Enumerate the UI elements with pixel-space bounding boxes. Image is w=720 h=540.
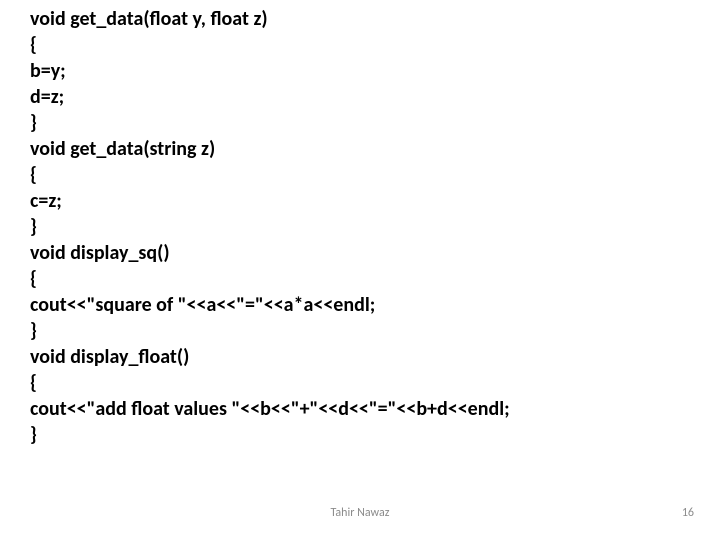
code-line: { [30, 162, 690, 188]
code-line: d=z; [30, 84, 690, 110]
code-line: void display_sq() [30, 240, 690, 266]
code-line: { [30, 266, 690, 292]
code-line: } [30, 214, 690, 240]
code-line: b=y; [30, 58, 690, 84]
code-block: void get_data(float y, float z) { b=y; d… [30, 6, 690, 448]
code-line: void display_float() [30, 344, 690, 370]
code-line: } [30, 110, 690, 136]
code-line: { [30, 32, 690, 58]
code-line: void get_data(float y, float z) [30, 6, 690, 32]
code-line: c=z; [30, 188, 690, 214]
slide: void get_data(float y, float z) { b=y; d… [0, 0, 720, 540]
code-line: } [30, 422, 690, 448]
footer-author: Tahir Nawaz [0, 506, 720, 520]
footer-page-number: 16 [682, 506, 694, 520]
code-line: cout<<"square of "<<a<<"="<<a*a<<endl; [30, 292, 690, 318]
code-line: cout<<"add float values "<<b<<"+"<<d<<"=… [30, 396, 690, 422]
code-line: void get_data(string z) [30, 136, 690, 162]
code-line: } [30, 318, 690, 344]
code-line: { [30, 370, 690, 396]
